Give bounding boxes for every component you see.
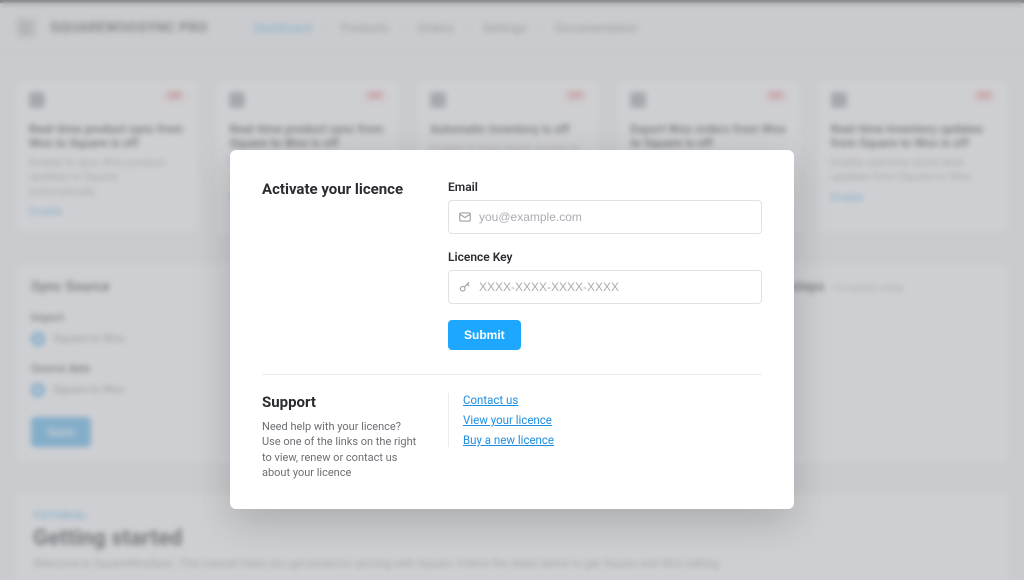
- buy-licence-link[interactable]: Buy a new licence: [463, 433, 762, 447]
- modal-title: Activate your licence: [262, 180, 422, 198]
- licence-key-label: Licence Key: [448, 250, 762, 264]
- modal-overlay: Activate your licence Email Licence Key: [0, 0, 1024, 580]
- support-title: Support: [262, 393, 422, 411]
- view-licence-link[interactable]: View your licence: [463, 413, 762, 427]
- modal-divider: [262, 374, 762, 375]
- submit-button[interactable]: Submit: [448, 320, 521, 350]
- mail-icon: [458, 210, 472, 224]
- licence-key-input-wrap: [448, 270, 762, 304]
- key-icon: [458, 280, 472, 294]
- support-text: Need help with your licence? Use one of …: [262, 419, 422, 481]
- licence-modal: Activate your licence Email Licence Key: [230, 150, 794, 509]
- email-label: Email: [448, 180, 762, 194]
- contact-us-link[interactable]: Contact us: [463, 393, 762, 407]
- licence-key-input[interactable]: [448, 270, 762, 304]
- email-input[interactable]: [448, 200, 762, 234]
- support-links: Contact us View your licence Buy a new l…: [448, 393, 762, 447]
- email-input-wrap: [448, 200, 762, 234]
